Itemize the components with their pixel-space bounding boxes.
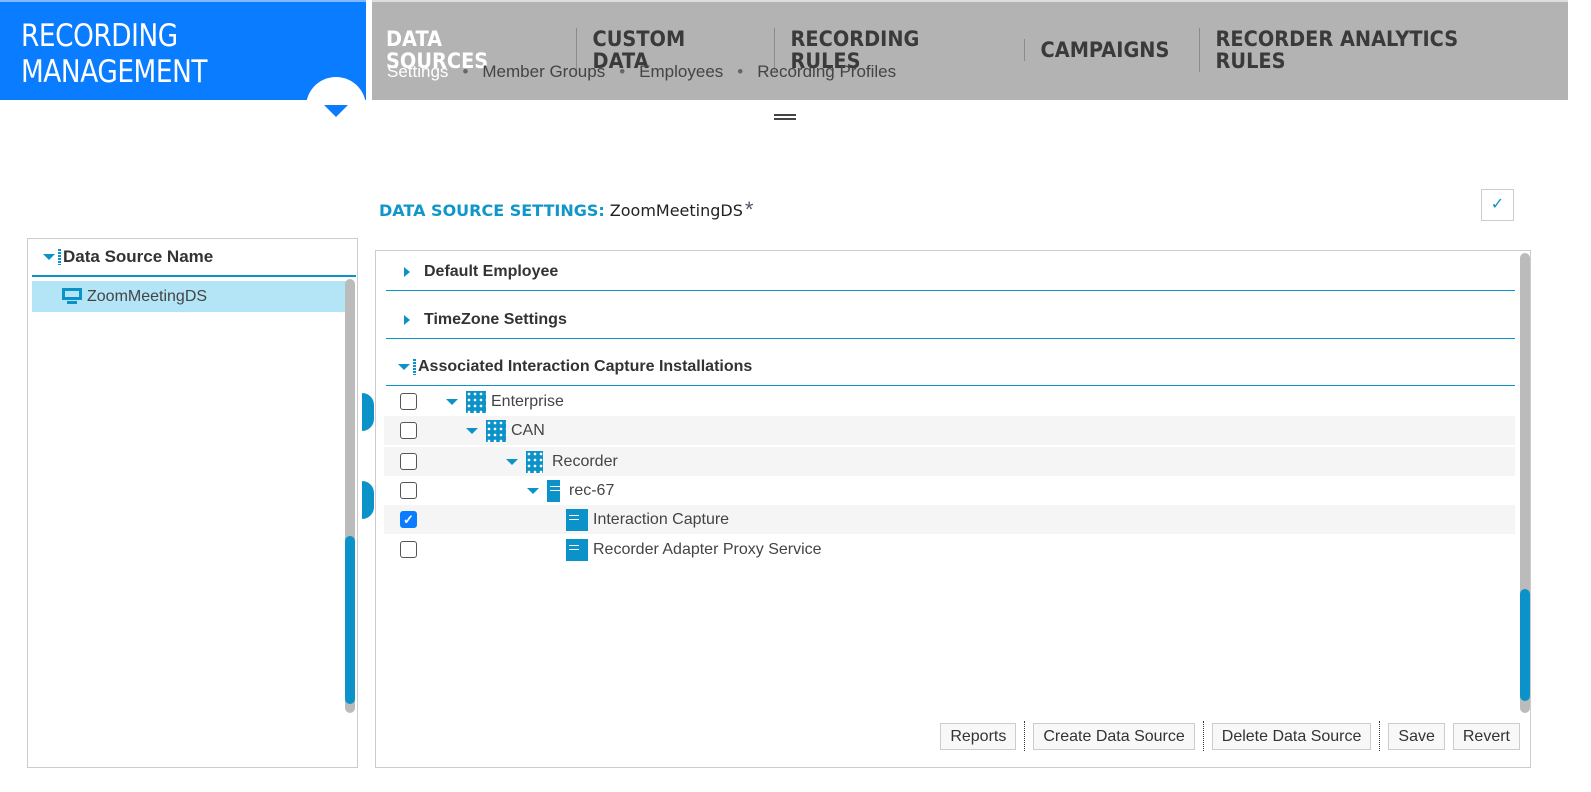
page-title: DATA SOURCE SETTINGS: ZoomMeetingDS *: [379, 197, 754, 222]
delete-data-source-button[interactable]: Delete Data Source: [1211, 722, 1372, 750]
resize-grip-handle[interactable]: [774, 114, 796, 120]
collapse-icon: [398, 363, 410, 370]
sort-down-icon: [43, 254, 55, 260]
create-data-source-button[interactable]: Create Data Source: [1033, 722, 1195, 750]
scrollbar-thumb[interactable]: [345, 536, 355, 704]
data-source-list-panel: Data Source Name ZoomMeetingDS: [27, 238, 358, 768]
section-associated-installations[interactable]: Associated Interaction Capture Installat…: [386, 348, 1515, 386]
row-checkbox[interactable]: [400, 541, 417, 558]
data-source-name: ZoomMeetingDS: [609, 200, 743, 220]
scrollbar-thumb[interactable]: [1520, 589, 1530, 701]
tree-row: Recorder: [384, 447, 1515, 476]
tab-recorder-analytics-rules[interactable]: RECORDER ANALYTICS RULES: [1198, 28, 1539, 72]
column-grip-icon: [58, 249, 61, 265]
building-icon: [526, 450, 543, 473]
tree-row: CAN: [384, 416, 1515, 445]
top-nav: DATA SOURCES CUSTOM DATA RECORDING RULES…: [372, 0, 1568, 100]
required-asterisk-icon: *: [744, 197, 754, 222]
app-title: RECORDING MANAGEMENT: [21, 18, 208, 90]
subtab-member-groups[interactable]: Member Groups: [482, 62, 605, 82]
subtab-employees[interactable]: Employees: [639, 62, 723, 82]
subtab-recording-profiles[interactable]: Recording Profiles: [757, 62, 896, 82]
tree-row: ✓ Interaction Capture: [384, 505, 1515, 534]
column-grip-icon: [413, 358, 416, 375]
section-timezone-settings[interactable]: TimeZone Settings: [386, 301, 1515, 339]
monitor-icon: [62, 288, 82, 305]
row-checkbox[interactable]: [400, 422, 417, 439]
row-checkbox[interactable]: [400, 482, 417, 499]
enterprise-icon: [466, 390, 486, 413]
subtab-settings[interactable]: Settings: [387, 62, 448, 82]
tree-row: rec-67: [384, 476, 1515, 505]
chevron-down-icon: [324, 105, 348, 117]
expand-toggle-icon[interactable]: [446, 398, 458, 405]
service-icon: [566, 538, 588, 561]
revert-button[interactable]: Revert: [1452, 722, 1520, 750]
save-button[interactable]: Save: [1388, 722, 1445, 750]
collapse-left-handle[interactable]: [362, 393, 374, 431]
confirm-button[interactable]: ✓: [1481, 189, 1514, 221]
menu-toggle-button[interactable]: [306, 77, 366, 137]
scrollbar[interactable]: [1520, 253, 1530, 713]
app-title-banner: RECORDING MANAGEMENT: [0, 0, 366, 100]
expand-toggle-icon[interactable]: [506, 458, 518, 465]
tab-campaigns[interactable]: CAMPAIGNS: [1023, 39, 1185, 61]
settings-panel: Default Employee TimeZone Settings Assoc…: [375, 250, 1531, 768]
column-header[interactable]: Data Source Name: [43, 247, 213, 267]
expand-toggle-icon[interactable]: [527, 487, 539, 494]
list-item[interactable]: ZoomMeetingDS: [32, 281, 346, 312]
expand-icon: [404, 314, 410, 325]
expand-icon: [404, 266, 410, 277]
scrollbar[interactable]: [345, 279, 355, 713]
service-icon: [566, 508, 588, 531]
expand-toggle-icon[interactable]: [466, 427, 478, 434]
row-checkbox[interactable]: [400, 453, 417, 470]
action-bar: Reports Create Data Source Delete Data S…: [940, 721, 1520, 751]
row-checkbox[interactable]: [400, 393, 417, 410]
server-icon: [547, 479, 560, 502]
expand-right-handle[interactable]: [362, 481, 374, 519]
site-icon: [486, 419, 506, 442]
reports-button[interactable]: Reports: [940, 722, 1017, 750]
section-default-employee[interactable]: Default Employee: [386, 253, 1515, 291]
tree-row: Recorder Adapter Proxy Service: [384, 535, 1515, 564]
row-checkbox[interactable]: ✓: [400, 511, 417, 528]
tree-row: Enterprise: [384, 387, 1515, 416]
